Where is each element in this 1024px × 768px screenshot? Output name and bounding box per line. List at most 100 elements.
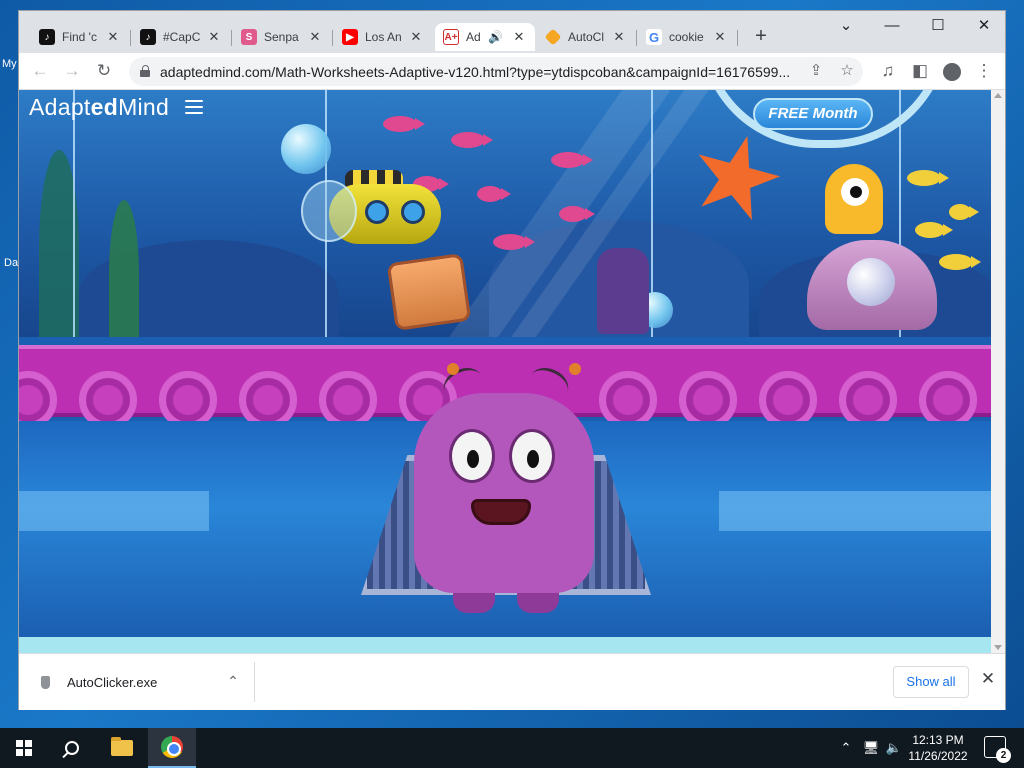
bubble-icon xyxy=(281,124,331,174)
close-icon[interactable]: ✕ xyxy=(712,29,728,45)
close-icon[interactable]: ✕ xyxy=(105,29,121,45)
back-button[interactable]: ← xyxy=(27,59,53,85)
desktop-icon-label[interactable]: Da xyxy=(4,257,18,269)
fish-icon xyxy=(915,222,953,238)
file-icon xyxy=(41,676,50,689)
windows-logo-icon xyxy=(16,740,32,756)
logo-text-bold: ed xyxy=(90,94,119,120)
tab-senpai[interactable]: S Senpa ✕ xyxy=(233,23,331,51)
close-window-button[interactable]: ✕ xyxy=(961,15,1007,39)
tab-title: cookie xyxy=(669,30,704,44)
start-button[interactable] xyxy=(0,728,48,768)
tab-title: #CapC xyxy=(163,30,201,44)
pearl-icon xyxy=(847,258,895,306)
tab-los-angeles[interactable]: ▶ Los An ✕ xyxy=(334,23,432,51)
tiktok-icon: ♪ xyxy=(39,29,55,45)
tab-strip: ♪ Find 'c ✕ ♪ #CapC ✕ S Senpa ✕ ▶ Los An… xyxy=(19,11,1005,53)
tab-title: Find 'c xyxy=(62,30,97,44)
close-icon[interactable]: ✕ xyxy=(206,29,222,45)
chrome-icon xyxy=(161,736,183,758)
close-icon[interactable]: ✕ xyxy=(408,29,424,45)
tiktok-icon: ♪ xyxy=(140,29,156,45)
fish-icon xyxy=(907,170,949,186)
tab-title: Senpa xyxy=(264,30,299,44)
search-icon xyxy=(65,741,79,755)
side-panel-icon[interactable]: ◧ xyxy=(907,59,933,85)
adaptedmind-icon: A+ xyxy=(443,29,459,45)
folder-icon xyxy=(111,737,133,756)
taskbar: ⌃ 🖥 🔈 12:13 PM 11/26/2022 2 xyxy=(0,728,1024,768)
network-icon[interactable]: 🖥 xyxy=(860,728,882,768)
browser-toolbar: ← → ↻ adaptedmind.com/Math-Worksheets-Ad… xyxy=(19,53,1005,90)
share-icon[interactable]: ⇪ xyxy=(805,61,827,83)
bookmark-star-icon[interactable]: ☆ xyxy=(836,61,858,83)
chrome-taskbar-button[interactable] xyxy=(148,728,196,768)
tab-title: AutoCl xyxy=(568,30,605,44)
coral-icon xyxy=(597,248,649,334)
close-icon[interactable]: ✕ xyxy=(977,669,999,693)
close-icon[interactable]: ✕ xyxy=(511,29,527,45)
tab-autoclicker[interactable]: AutoCl ✕ xyxy=(537,23,635,51)
fish-icon xyxy=(383,116,425,132)
show-all-button[interactable]: Show all xyxy=(893,666,969,698)
scroll-up-icon[interactable] xyxy=(994,93,1002,98)
aquarium-scene: ★ FREE Month AdaptedMind xyxy=(19,90,991,337)
submarine-icon xyxy=(301,170,449,252)
chevron-up-icon[interactable]: ⌃ xyxy=(836,728,856,768)
youtube-icon: ▶ xyxy=(342,29,358,45)
file-explorer-button[interactable] xyxy=(98,728,146,768)
fish-icon xyxy=(939,254,981,270)
tab-cookie[interactable]: G cookie ✕ xyxy=(638,23,736,51)
reload-button[interactable]: ↻ xyxy=(91,59,117,85)
monster-character[interactable] xyxy=(399,361,609,623)
monster-stage xyxy=(19,337,991,637)
address-bar[interactable]: adaptedmind.com/Math-Worksheets-Adaptive… xyxy=(129,57,863,86)
forward-button[interactable]: → xyxy=(59,59,85,85)
free-month-button[interactable]: FREE Month xyxy=(753,98,873,130)
browser-window: ♪ Find 'c ✕ ♪ #CapC ✕ S Senpa ✕ ▶ Los An… xyxy=(18,10,1006,710)
fish-icon xyxy=(551,152,593,168)
lock-icon[interactable] xyxy=(140,65,150,77)
google-icon: G xyxy=(646,29,662,45)
fish-icon xyxy=(949,204,979,220)
treasure-chest-icon xyxy=(386,253,472,331)
fish-icon xyxy=(477,186,511,202)
adaptedmind-logo[interactable]: AdaptedMind xyxy=(29,94,169,121)
desktop-icon-label[interactable]: My xyxy=(2,58,17,70)
download-file-name[interactable]: AutoClicker.exe xyxy=(67,675,157,690)
minimize-button[interactable]: — xyxy=(869,15,915,39)
maximize-button[interactable]: ☐ xyxy=(915,15,961,39)
fish-icon xyxy=(451,132,493,148)
download-item[interactable]: AutoClicker.exe ⌃ xyxy=(19,662,255,702)
clock-time: 12:13 PM xyxy=(912,733,964,747)
senpai-icon: S xyxy=(241,29,257,45)
close-icon[interactable]: ✕ xyxy=(307,29,323,45)
tab-capcut[interactable]: ♪ #CapC ✕ xyxy=(132,23,230,51)
autoclicker-icon xyxy=(544,28,562,46)
clock-date: 11/26/2022 xyxy=(908,749,968,763)
chevron-up-icon[interactable]: ⌃ xyxy=(225,673,241,690)
new-tab-button[interactable]: + xyxy=(749,25,773,49)
notification-badge: 2 xyxy=(996,748,1011,763)
logo-text: Mind xyxy=(118,94,170,120)
scroll-down-icon[interactable] xyxy=(994,645,1002,650)
profile-avatar-icon[interactable] xyxy=(939,59,965,85)
fish-icon xyxy=(493,234,535,250)
url-text[interactable]: adaptedmind.com/Math-Worksheets-Adaptive… xyxy=(160,64,790,80)
tab-title: Ad xyxy=(466,30,481,44)
tab-find[interactable]: ♪ Find 'c ✕ xyxy=(31,23,129,51)
tab-search-chevron-icon[interactable]: ⌄ xyxy=(823,15,869,39)
hamburger-menu-icon[interactable] xyxy=(185,100,203,114)
tab-adaptedmind[interactable]: A+ Ad 🔊 ✕ xyxy=(435,23,535,51)
system-clock[interactable]: 12:13 PM 11/26/2022 xyxy=(900,732,976,764)
tab-title: Los An xyxy=(365,30,402,44)
search-button[interactable] xyxy=(48,728,96,768)
octopus-icon xyxy=(825,164,883,234)
page-viewport: ★ FREE Month AdaptedMind xyxy=(19,90,991,653)
close-icon[interactable]: ✕ xyxy=(611,29,627,45)
logo-text: Adapt xyxy=(29,94,91,120)
menu-kebab-icon[interactable]: ⋮ xyxy=(971,59,997,85)
page-scrollbar[interactable] xyxy=(991,90,1005,653)
audio-playing-icon[interactable]: 🔊 xyxy=(488,30,503,44)
media-control-icon[interactable]: ♫ xyxy=(875,59,901,85)
